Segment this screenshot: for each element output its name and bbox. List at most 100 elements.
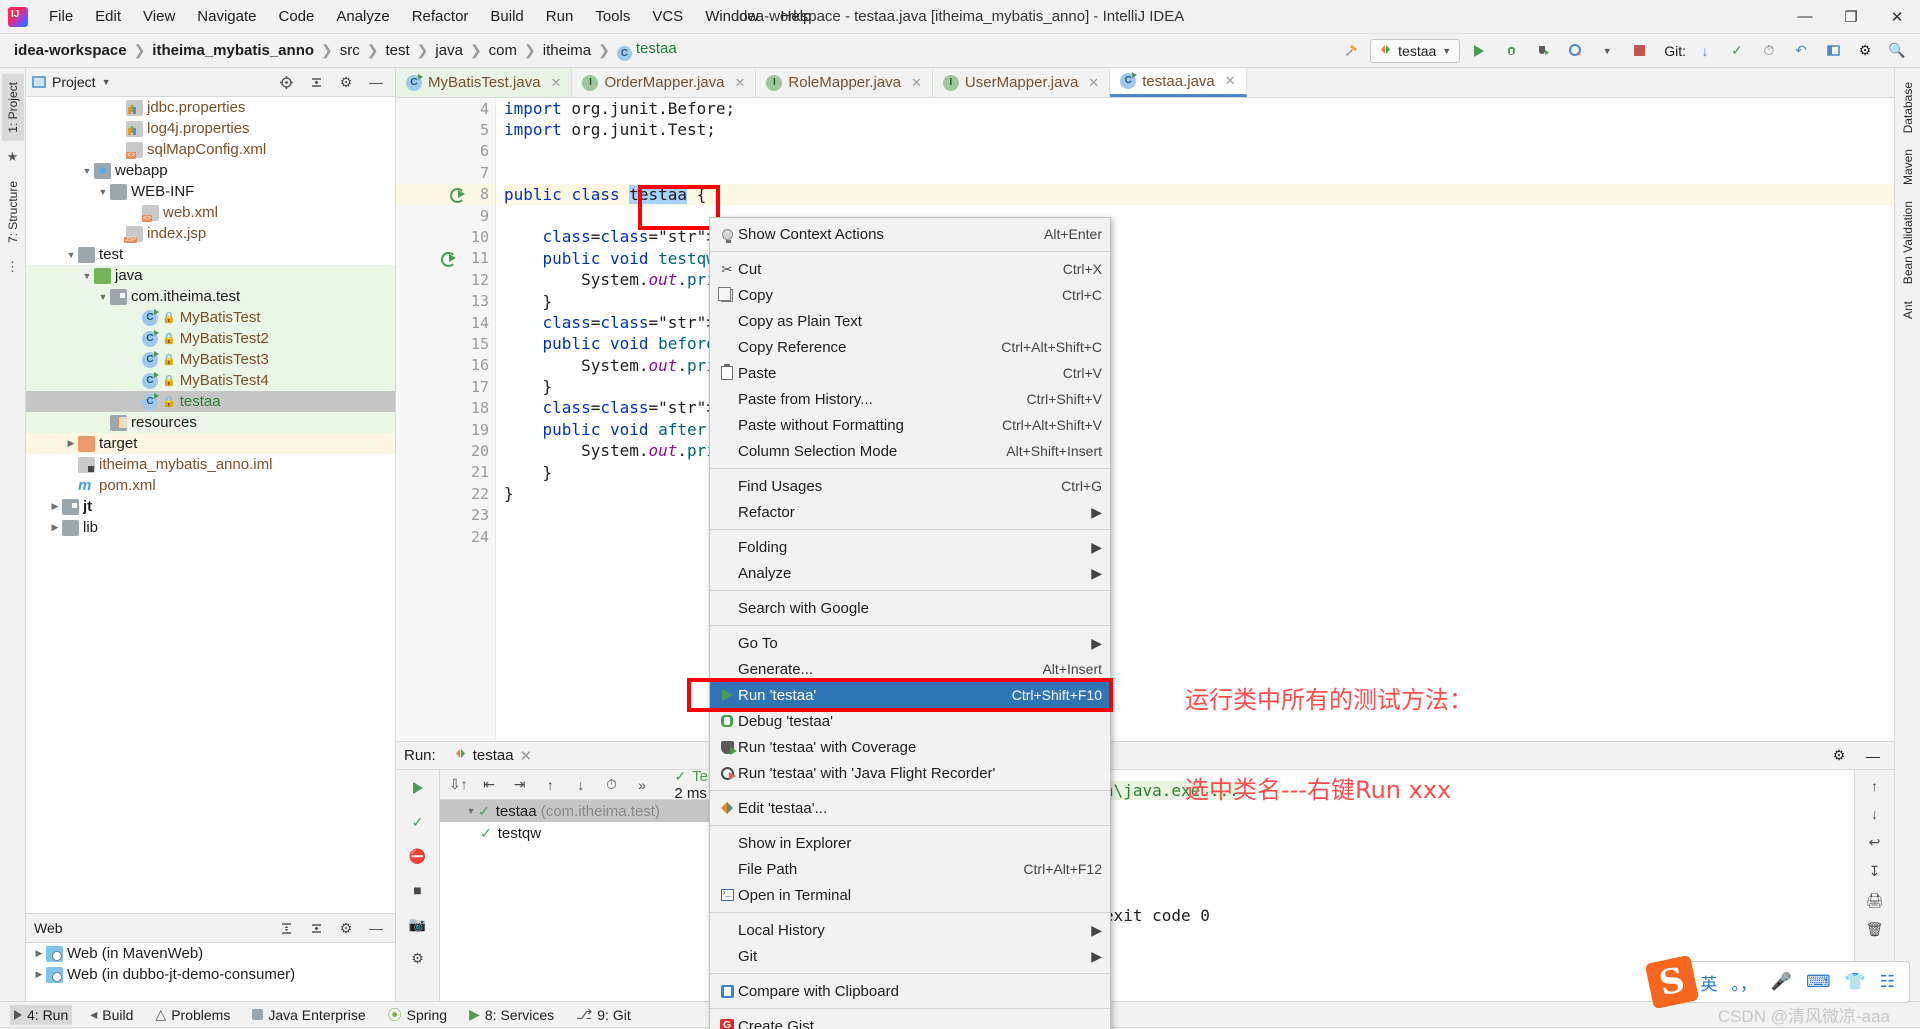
gear-icon[interactable]: ⚙ [1852,38,1878,64]
undo-icon[interactable]: ↶ [1788,38,1814,64]
tree-node[interactable]: lib [26,517,395,538]
clear-icon[interactable]: 🗑 [1866,921,1884,938]
gutter-line[interactable]: 24 [396,526,495,547]
editor-tab[interactable]: I UserMapper.java ✕ [933,68,1111,97]
hide-icon[interactable]: — [1860,743,1886,769]
expand-icon[interactable]: ⇥ [509,773,530,797]
project-tree[interactable]: jdbc.properties log4j.properties sqlMapC… [26,97,395,913]
gutter-line[interactable]: 12 [396,269,495,290]
menu-item[interactable]: Run 'testaa' with Coverage [710,734,1110,760]
ime-toolbar[interactable]: 英 。， 🎤 ⌨ 👕 ☷ [1685,961,1910,1003]
breadcrumb-project[interactable]: itheima_mybatis_anno [148,40,318,61]
gutter-line[interactable]: 8 [396,183,495,205]
menu-item[interactable]: Analyze ▶ [710,560,1110,586]
close-icon[interactable]: ✕ [735,75,746,91]
breadcrumb-idea-workspace[interactable]: idea-workspace [10,40,131,61]
rerun-failed-icon[interactable]: ✓ [406,810,430,834]
menu-refactor[interactable]: Refactor [401,4,480,29]
tree-node[interactable]: resources [26,412,395,433]
gutter-line[interactable]: 4 [396,98,495,119]
close-icon[interactable]: ✕ [1088,75,1099,91]
tree-node[interactable]: jt [26,496,395,517]
menu-window[interactable]: Window [694,4,769,29]
breadcrumb-itheima[interactable]: itheima [539,40,595,61]
project-panel-tools[interactable]: ⚙ — [273,69,389,95]
gutter-line[interactable]: 13 [396,291,495,312]
menu-item[interactable]: Open in Terminal [710,882,1110,908]
navbar-actions[interactable]: testaa ▼ ▼ Git: ↓ ✓ ⏱ ↶ ⚙ 🔍 [1338,38,1920,64]
gutter-line[interactable]: 23 [396,504,495,525]
tree-node[interactable]: com.itheima.test [26,286,395,307]
menu-file[interactable]: File [38,4,84,29]
list-item[interactable]: Web (in MavenWeb) [26,943,395,964]
tool-window-tab[interactable]: 4: Run [10,1004,73,1025]
chevron-down-icon[interactable] [80,166,94,176]
coverage-icon[interactable] [1530,38,1556,64]
menu-item[interactable]: Git ▶ [710,943,1110,969]
sidebar-item-maven[interactable]: Maven [1897,141,1919,193]
gutter-line[interactable]: 20 [396,440,495,461]
menu-item[interactable]: Run 'testaa' with 'Java Flight Recorder' [710,760,1110,786]
ime-punct-label[interactable]: 。， [1731,970,1757,995]
tool-window-tab[interactable]: ⎇ 9: Git [572,1004,635,1025]
menu-run[interactable]: Run [535,4,585,29]
tool-window-tab[interactable]: ⦿ Spring [384,1003,451,1027]
gutter-line[interactable]: 9 [396,205,495,226]
chevron-right-icon[interactable] [48,522,62,533]
menu-build[interactable]: Build [479,4,534,29]
run-config-tab[interactable]: testaa ✕ [446,745,540,767]
tree-node[interactable]: sqlMapConfig.xml [26,139,395,160]
chevron-down-icon[interactable]: ▼ [102,77,111,87]
menu-item[interactable]: Folding ▶ [710,534,1110,560]
menu-vcs[interactable]: VCS [641,4,694,29]
gutter-line[interactable]: 15 [396,333,495,354]
sort-duration-icon[interactable]: ⇤ [479,773,500,797]
right-tool-strip[interactable]: Database Maven Bean Validation Ant [1894,68,1920,1001]
menu-item[interactable]: Cut Ctrl+X [710,256,1110,282]
chevron-right-icon[interactable] [32,969,46,980]
down-icon[interactable]: ↓ [571,773,592,797]
editor-tab[interactable]: I RoleMapper.java ✕ [756,68,933,97]
close-icon[interactable]: ✕ [551,75,562,91]
run-gutter-icon[interactable] [440,251,456,268]
hide-icon[interactable]: — [363,69,389,95]
tool-window-tab[interactable]: △ Problems [151,1004,234,1025]
breadcrumb-java[interactable]: java [431,40,467,61]
menu-item[interactable]: Edit 'testaa'... [710,795,1110,821]
tree-node[interactable]: jdbc.properties [26,97,395,118]
editor-context-menu[interactable]: Show Context ActionsAlt+Enter CutCtrl+X … [709,217,1111,1029]
chevron-down-icon[interactable] [96,187,110,197]
tree-node[interactable]: itheima_mybatis_anno.iml [26,454,395,475]
tool-window-tab[interactable]: ▶ 8: Services [465,1004,558,1025]
menu-item[interactable]: Refactor ▶ [710,499,1110,525]
menu-edit[interactable]: Edit [84,4,132,29]
rerun-icon[interactable] [406,776,430,800]
stop-icon[interactable]: ⛔ [406,844,430,868]
apps-icon[interactable]: ☷ [1880,972,1895,992]
menu-item[interactable]: File Path Ctrl+Alt+F12 [710,856,1110,882]
tool-window-tab[interactable]: Java Enterprise [248,1005,369,1025]
minimize-button[interactable]: — [1782,0,1828,34]
tree-node[interactable]: C 🔒 MyBatisTest4 [26,370,395,391]
stop-icon[interactable] [1626,38,1652,64]
sogou-ime-bar[interactable]: S 英 。， 🎤 ⌨ 👕 ☷ [1645,954,1910,1010]
sidebar-item-structure[interactable]: 7: Structure [2,173,24,251]
vertical-more-icon[interactable]: ⋮ [6,259,19,275]
tree-node[interactable]: C 🔒 MyBatisTest3 [26,349,395,370]
sidebar-item-database[interactable]: Database [1897,74,1919,141]
chevron-down-icon[interactable] [64,250,78,260]
gear-icon[interactable]: ⚙ [333,915,359,941]
profile-icon[interactable] [1562,38,1588,64]
close-icon[interactable]: ✕ [1225,73,1236,89]
close-icon[interactable]: ✕ [520,747,533,765]
keyboard-icon[interactable]: ⌨ [1806,972,1831,992]
locate-icon[interactable] [273,69,299,95]
close-icon[interactable]: ✕ [911,75,922,91]
code-editor[interactable]: 4 5 6 7 8 9 10 11 12 13 14 15 16 17 18 19 20 21 22 23 24 imp… [396,98,1894,741]
gutter-line[interactable]: 6 [396,141,495,162]
menu-item[interactable]: Compare with Clipboard [710,978,1110,1004]
menu-view[interactable]: View [132,4,186,29]
breadcrumb-src[interactable]: src [336,40,364,61]
gutter-line[interactable]: 18 [396,397,495,418]
menu-item[interactable]: Copy Ctrl+C [710,282,1110,308]
